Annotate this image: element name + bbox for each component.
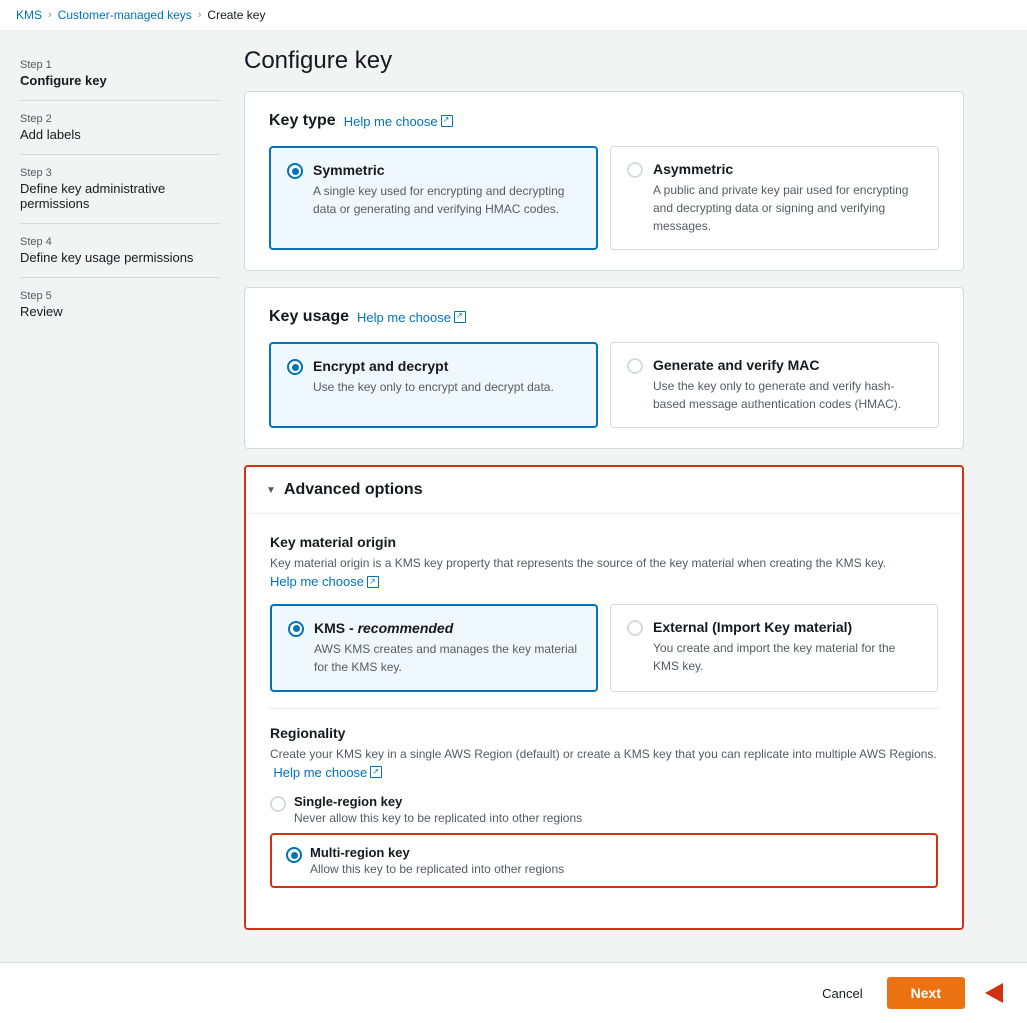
step-3[interactable]: Step 3 Define key administrative permiss… [20,155,220,224]
multi-region-title: Multi-region key [310,845,564,860]
regionality-title: Regionality [270,725,938,741]
step-4[interactable]: Step 4 Define key usage permissions [20,224,220,278]
key-usage-ext-icon [454,311,466,323]
breadcrumb: KMS › Customer-managed keys › Create key [0,0,1027,31]
asymmetric-title: Asymmetric [653,161,922,177]
page-wrapper: KMS › Customer-managed keys › Create key… [0,0,1027,1023]
key-type-section-title: Key type Help me choose [269,112,939,130]
generate-verify-mac-radio[interactable] [627,358,643,374]
multi-region-radio[interactable] [286,847,302,863]
step-3-label: Step 3 [20,167,220,179]
key-type-help-link[interactable]: Help me choose [344,114,453,129]
step-2[interactable]: Step 2 Add labels [20,101,220,155]
regionality-help-link[interactable]: Help me choose [273,763,382,783]
bottom-bar: Cancel Next [0,962,1027,1023]
kms-recommended-option[interactable]: KMS - recommended AWS KMS creates and ma… [270,604,598,692]
key-material-origin-desc: Key material origin is a KMS key propert… [270,554,938,592]
step-5[interactable]: Step 5 Review [20,278,220,331]
step-1-label: Step 1 [20,59,220,71]
regionality-options: Single-region key Never allow this key t… [270,794,938,888]
cancel-button[interactable]: Cancel [810,978,874,1009]
key-type-label: Key type [269,112,336,130]
breadcrumb-kms[interactable]: KMS [16,8,42,22]
symmetric-desc: A single key used for encrypting and dec… [313,182,580,218]
key-usage-options: Encrypt and decrypt Use the key only to … [269,342,939,428]
kms-recommended-title: KMS - recommended [314,620,580,636]
advanced-options-section: ▼ Advanced options Key material origin K… [244,465,964,930]
key-material-origin-help-link[interactable]: Help me choose [270,572,379,592]
advanced-options-title: Advanced options [284,481,423,499]
asymmetric-desc: A public and private key pair used for e… [653,181,922,235]
key-material-origin-options: KMS - recommended AWS KMS creates and ma… [270,604,938,692]
single-region-option[interactable]: Single-region key Never allow this key t… [270,794,938,825]
single-region-radio[interactable] [270,796,286,812]
breadcrumb-customer-managed-keys[interactable]: Customer-managed keys [58,8,192,22]
kms-recommended-desc: AWS KMS creates and manages the key mate… [314,640,580,676]
step-4-title: Define key usage permissions [20,250,220,265]
external-option[interactable]: External (Import Key material) You creat… [610,604,938,692]
single-region-title: Single-region key [294,794,582,809]
main-layout: Step 1 Configure key Step 2 Add labels S… [0,31,1027,962]
asymmetric-option[interactable]: Asymmetric A public and private key pair… [610,146,939,250]
page-title: Configure key [244,47,964,75]
key-usage-help-link[interactable]: Help me choose [357,310,466,325]
symmetric-option[interactable]: Symmetric A single key used for encrypti… [269,146,598,250]
advanced-options-body: Key material origin Key material origin … [246,514,962,928]
encrypt-decrypt-radio[interactable] [287,359,303,375]
single-region-desc: Never allow this key to be replicated in… [294,811,582,825]
generate-verify-mac-desc: Use the key only to generate and verify … [653,377,922,413]
encrypt-decrypt-title: Encrypt and decrypt [313,358,554,374]
key-usage-card: Key usage Help me choose Encrypt and dec… [244,287,964,449]
step-2-title: Add labels [20,127,220,142]
advanced-options-header[interactable]: ▼ Advanced options [246,467,962,514]
external-radio[interactable] [627,620,643,636]
symmetric-radio[interactable] [287,163,303,179]
next-button[interactable]: Next [887,977,965,1009]
step-2-label: Step 2 [20,113,220,125]
key-type-options: Symmetric A single key used for encrypti… [269,146,939,250]
key-material-origin-ext-icon [367,576,379,588]
symmetric-title: Symmetric [313,162,580,178]
step-4-label: Step 4 [20,236,220,248]
external-desc: You create and import the key material f… [653,639,921,675]
content-area: Configure key Key type Help me choose S [244,47,964,946]
external-title: External (Import Key material) [653,619,921,635]
breadcrumb-sep-1: › [48,9,52,21]
key-type-ext-icon [441,115,453,127]
asymmetric-radio[interactable] [627,162,643,178]
key-usage-label: Key usage [269,308,349,326]
breadcrumb-sep-2: › [198,9,202,21]
key-type-card: Key type Help me choose Symmetric A sing… [244,91,964,271]
breadcrumb-current: Create key [207,8,265,22]
step-5-title: Review [20,304,220,319]
step-3-title: Define key administrative permissions [20,181,220,211]
kms-recommended-radio[interactable] [288,621,304,637]
encrypt-decrypt-option[interactable]: Encrypt and decrypt Use the key only to … [269,342,598,428]
multi-region-option[interactable]: Multi-region key Allow this key to be re… [270,833,938,888]
sidebar: Step 1 Configure key Step 2 Add labels S… [20,47,220,946]
collapse-icon: ▼ [266,485,276,496]
step-1-title: Configure key [20,73,220,88]
multi-region-desc: Allow this key to be replicated into oth… [310,862,564,876]
subsection-divider [270,708,938,709]
encrypt-decrypt-desc: Use the key only to encrypt and decrypt … [313,378,554,396]
generate-verify-mac-option[interactable]: Generate and verify MAC Use the key only… [610,342,939,428]
key-usage-section-title: Key usage Help me choose [269,308,939,326]
key-material-origin-title: Key material origin [270,534,938,550]
step-1[interactable]: Step 1 Configure key [20,47,220,101]
step-5-label: Step 5 [20,290,220,302]
generate-verify-mac-title: Generate and verify MAC [653,357,922,373]
regionality-desc: Create your KMS key in a single AWS Regi… [270,745,938,783]
next-arrow-icon [985,983,1003,1003]
regionality-ext-icon [370,766,382,778]
